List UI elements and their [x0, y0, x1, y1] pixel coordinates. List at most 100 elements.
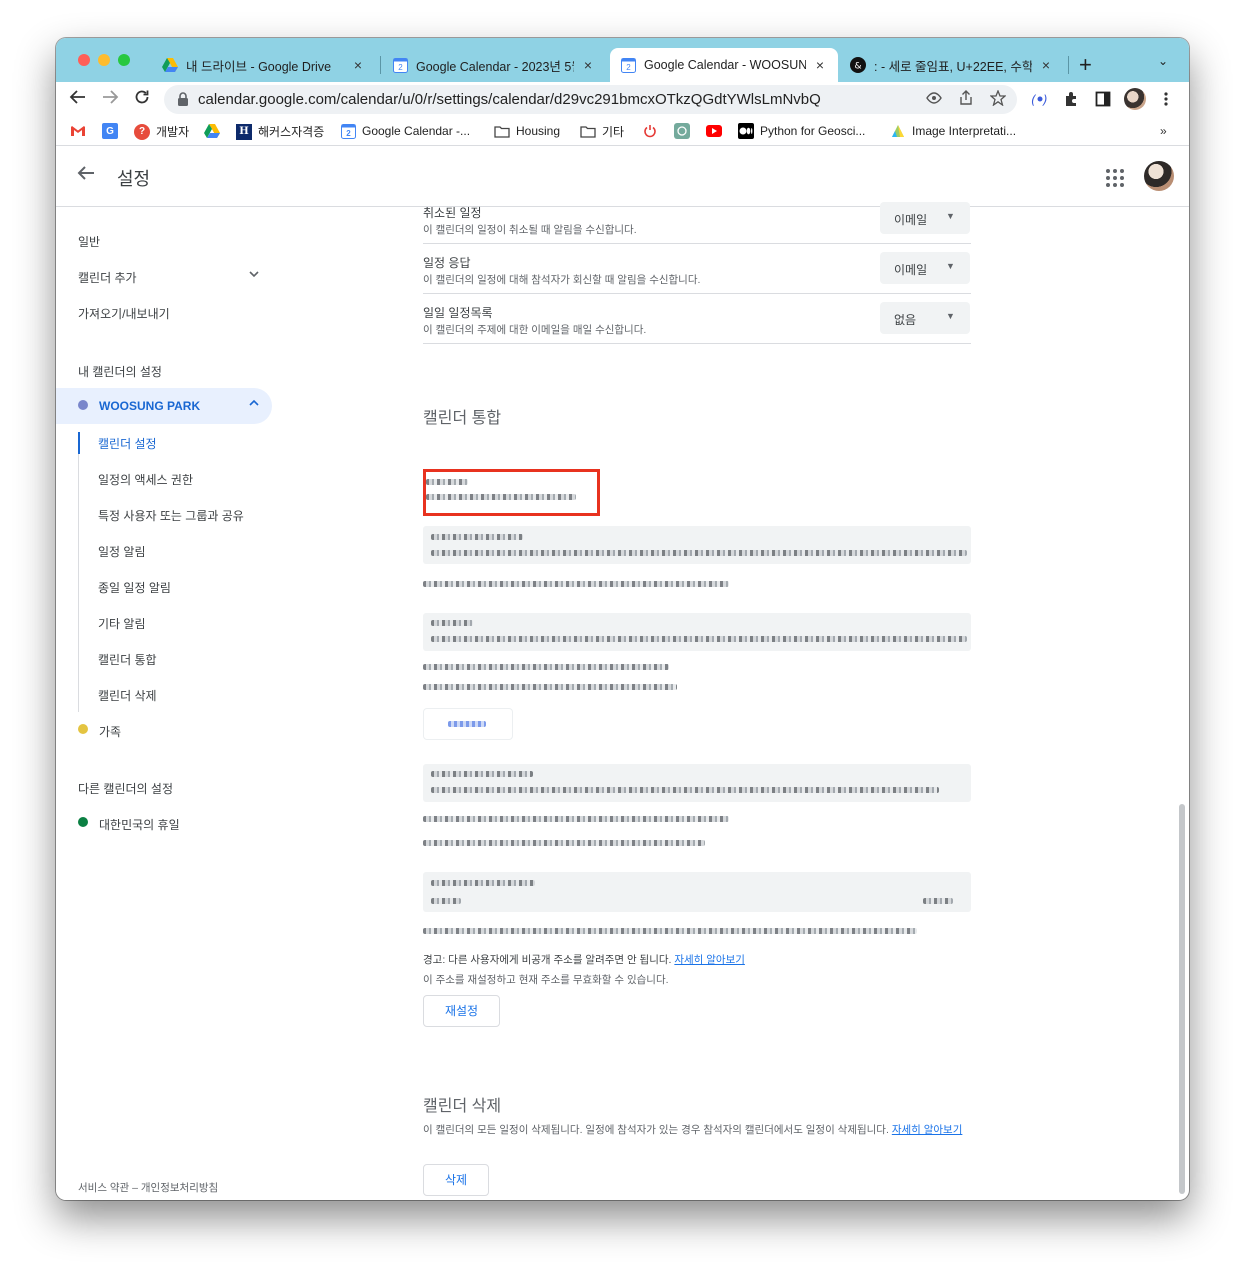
- tab-symbol-site[interactable]: & : - 세로 줄임표, U+22EE, 수학 연 ×: [840, 48, 1064, 82]
- account-avatar[interactable]: [1144, 161, 1174, 191]
- redacted-text: [431, 771, 533, 777]
- sidebar-item-integrate-calendar[interactable]: 캘린더 통합: [98, 651, 157, 668]
- sidebar-item-event-notifications[interactable]: 일정 알림: [98, 543, 146, 560]
- customize-button[interactable]: [423, 708, 513, 740]
- notification-row-responses: 일정 응답 이 캘린더의 일정에 대해 참석자가 회신할 때 알림을 수신합니다…: [423, 244, 971, 294]
- reload-button[interactable]: [130, 88, 154, 112]
- bookmark-label: 개발자: [156, 125, 190, 139]
- remove-calendar-heading: 캘린더 삭제: [423, 1098, 502, 1115]
- close-icon[interactable]: ×: [1038, 57, 1054, 73]
- tab-google-calendar-may[interactable]: 2 Google Calendar - 2023년 5월 ×: [382, 48, 606, 82]
- bookmark-image-interpretation[interactable]: Image Interpretati...: [890, 123, 1016, 139]
- bookmark-gmail[interactable]: [70, 123, 92, 139]
- bookmark-python-geosci[interactable]: Python for Geosci...: [738, 123, 865, 139]
- bookmark-translate[interactable]: G: [102, 123, 124, 139]
- hackers-icon: H: [236, 123, 252, 140]
- zoom-window-button[interactable]: [118, 54, 130, 66]
- gmail-icon: [70, 123, 86, 139]
- dropdown-caret-icon: ▼: [946, 261, 955, 271]
- bookmark-folder-housing[interactable]: Housing: [494, 123, 560, 139]
- more-bookmarks-button[interactable]: »: [1160, 124, 1167, 138]
- bookmark-folder-etc[interactable]: 기타: [580, 123, 624, 140]
- extension-icon[interactable]: (): [1031, 91, 1049, 112]
- google-calendar-icon: 2: [340, 123, 356, 139]
- page-scrollbar[interactable]: [1179, 804, 1185, 1194]
- close-icon[interactable]: ×: [812, 57, 828, 73]
- select-value: 없음: [894, 313, 917, 327]
- notification-description: 이 캘린더의 주제에 대한 이메일을 매일 수신합니다.: [423, 324, 647, 336]
- minimize-window-button[interactable]: [98, 54, 110, 66]
- chevron-up-icon[interactable]: [248, 397, 260, 412]
- share-icon[interactable]: [958, 90, 974, 110]
- bookmark-drive[interactable]: [204, 123, 226, 139]
- notification-description: 이 캘린더의 일정이 취소될 때 알림을 수신합니다.: [423, 224, 637, 236]
- star-icon[interactable]: [989, 89, 1007, 110]
- google-apps-icon[interactable]: [1106, 169, 1124, 187]
- tab-google-calendar-settings[interactable]: 2 Google Calendar - WOOSUNG ×: [610, 48, 838, 82]
- sidebar-calendar-korean-holidays[interactable]: 대한민국의 휴일: [56, 805, 272, 841]
- public-ical-box: [423, 764, 971, 802]
- eye-slash-icon[interactable]: [926, 90, 942, 110]
- notification-method-select[interactable]: 이메일 ▼: [880, 252, 970, 284]
- close-icon[interactable]: ×: [350, 57, 366, 73]
- redacted-text: [923, 898, 953, 904]
- lock-icon: [178, 92, 188, 106]
- bookmark-youtube[interactable]: [706, 123, 728, 139]
- learn-more-link[interactable]: 자세히 알아보기: [892, 1124, 963, 1136]
- sidebar-item-remove-calendar[interactable]: 캘린더 삭제: [98, 687, 157, 704]
- learn-more-link[interactable]: 자세히 알아보기: [674, 954, 745, 966]
- new-tab-button[interactable]: +: [1079, 52, 1092, 78]
- tab-search-button[interactable]: ⌄: [1158, 54, 1168, 68]
- forward-button[interactable]: [98, 88, 122, 112]
- notification-method-select[interactable]: 이메일 ▼: [880, 202, 970, 234]
- bookmark-google-calendar[interactable]: 2 Google Calendar -...: [340, 123, 470, 139]
- reset-button[interactable]: 재설정: [423, 995, 500, 1027]
- svg-text:2: 2: [346, 129, 351, 138]
- bookmark-hackers[interactable]: H 해커스자격증: [236, 123, 324, 140]
- redacted-text: [431, 550, 967, 556]
- translate-icon: G: [102, 123, 118, 139]
- back-to-calendar-button[interactable]: [76, 163, 100, 187]
- back-button[interactable]: [66, 88, 90, 112]
- profile-avatar[interactable]: [1124, 88, 1146, 110]
- notification-method-select[interactable]: 없음 ▼: [880, 302, 970, 334]
- delete-button[interactable]: 삭제: [423, 1164, 489, 1196]
- calendar-color-dot: [78, 724, 88, 734]
- google-calendar-icon: 2: [392, 57, 408, 73]
- bookmark-power[interactable]: [642, 123, 664, 139]
- more-vert-icon[interactable]: [1163, 91, 1169, 112]
- bookmark-openai[interactable]: [674, 123, 696, 139]
- warning-text: 경고: 다른 사용자에게 비공개 주소를 알려주면 안 됩니다.: [423, 954, 672, 966]
- bookmark-label: 기타: [602, 125, 625, 139]
- sidebar-item-other-notifications[interactable]: 기타 알림: [98, 615, 146, 632]
- sidebar-item-general[interactable]: 일반: [78, 233, 100, 250]
- close-window-button[interactable]: [78, 54, 90, 66]
- tab-title: : - 세로 줄임표, U+22EE, 수학 연: [874, 59, 1032, 74]
- redacted-text: [431, 787, 939, 793]
- submenu-guide-line: [78, 432, 79, 712]
- redacted-text: [431, 880, 535, 886]
- sidebar-item-all-day-notifications[interactable]: 종일 일정 알림: [98, 579, 171, 596]
- tab-google-drive[interactable]: 내 드라이브 - Google Drive ×: [152, 48, 376, 82]
- terms-privacy-footer[interactable]: 서비스 약관 – 개인정보처리방침: [78, 1180, 218, 1195]
- sidebar-item-add-calendar[interactable]: 캘린더 추가: [78, 269, 137, 286]
- redacted-text: [423, 664, 669, 670]
- select-value: 이메일: [894, 263, 928, 277]
- chevron-down-icon[interactable]: [248, 268, 260, 283]
- secret-ical-box: [423, 872, 971, 912]
- sidebar-item-access-permissions[interactable]: 일정의 액세스 권한: [98, 471, 193, 488]
- address-bar[interactable]: calendar.google.com/calendar/u/0/r/setti…: [164, 85, 1017, 114]
- sidebar-calendar-family[interactable]: 가족: [56, 712, 272, 748]
- settings-sidebar: 일반 캘린더 추가 가져오기/내보내기 내 캘린더의 설정 WOOSUNG PA…: [56, 208, 286, 1200]
- puzzle-icon[interactable]: [1063, 91, 1079, 112]
- remove-description-text: 이 캘린더의 모든 일정이 삭제됩니다. 일정에 참석자가 있는 경우 참석자의…: [423, 1124, 889, 1136]
- sidebar-calendar-woosung-park[interactable]: WOOSUNG PARK: [56, 388, 272, 424]
- sidebar-item-share-with-people[interactable]: 특정 사용자 또는 그룹과 공유: [98, 507, 244, 524]
- side-panel-icon[interactable]: [1095, 91, 1111, 112]
- remove-calendar-description: 이 캘린더의 모든 일정이 삭제됩니다. 일정에 참석자가 있는 경우 참석자의…: [423, 1122, 971, 1138]
- sidebar-item-calendar-settings[interactable]: 캘린더 설정: [98, 435, 157, 452]
- close-icon[interactable]: ×: [580, 57, 596, 73]
- notification-title: 취소된 일정: [423, 206, 482, 220]
- bookmark-developer[interactable]: ? 개발자: [134, 123, 189, 140]
- sidebar-item-import-export[interactable]: 가져오기/내보내기: [78, 305, 170, 322]
